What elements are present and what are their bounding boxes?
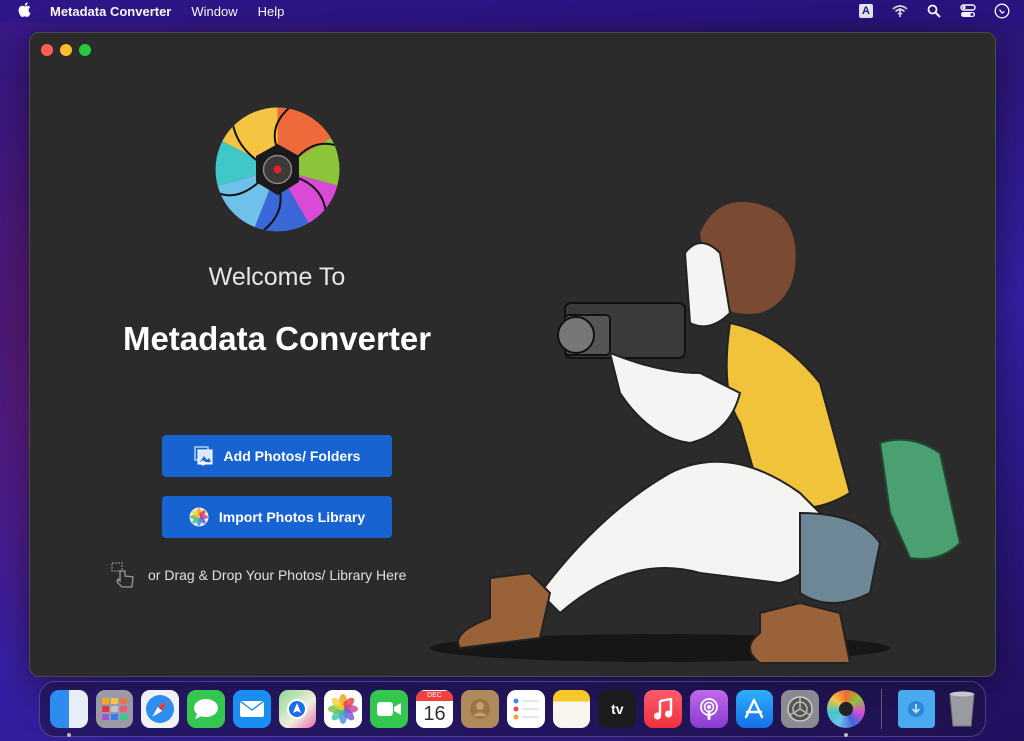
menu-bar: Metadata Converter Window Help A bbox=[0, 0, 1024, 22]
photos-app-icon bbox=[189, 507, 209, 527]
add-photos-label: Add Photos/ Folders bbox=[223, 448, 361, 464]
dock-messages-icon[interactable] bbox=[187, 690, 225, 728]
minimize-window-button[interactable] bbox=[60, 44, 72, 56]
menu-help[interactable]: Help bbox=[258, 4, 285, 19]
photographer-illustration bbox=[430, 201, 962, 664]
window-controls bbox=[41, 44, 91, 56]
siri-icon[interactable] bbox=[994, 3, 1010, 19]
keyboard-input-icon[interactable]: A bbox=[858, 3, 874, 19]
drag-hand-icon bbox=[110, 561, 138, 589]
dock-safari-icon[interactable] bbox=[141, 690, 180, 728]
dock-music-icon[interactable] bbox=[644, 690, 682, 728]
dock-photos-icon[interactable] bbox=[324, 690, 362, 728]
keyboard-input-label: A bbox=[859, 4, 873, 18]
menu-window[interactable]: Window bbox=[191, 4, 237, 19]
drag-drop-text: or Drag & Drop Your Photos/ Library Here bbox=[148, 567, 407, 583]
dock-podcasts-icon[interactable] bbox=[689, 690, 728, 728]
dock-contacts-icon[interactable] bbox=[461, 690, 500, 728]
tv-label: tv bbox=[611, 701, 624, 717]
dock-separator bbox=[880, 689, 882, 729]
close-window-button[interactable] bbox=[41, 44, 53, 56]
dock-trash-icon[interactable] bbox=[943, 690, 981, 728]
control-center-icon[interactable] bbox=[960, 3, 976, 19]
app-window: Welcome To Metadata Converter Add Photos… bbox=[29, 32, 996, 677]
dock-reminders-icon[interactable] bbox=[507, 690, 545, 728]
aperture-center bbox=[838, 702, 853, 716]
running-indicator bbox=[843, 733, 848, 737]
search-icon[interactable] bbox=[926, 3, 942, 19]
running-indicator bbox=[67, 733, 71, 737]
apple-menu-icon[interactable] bbox=[18, 1, 32, 21]
wifi-icon[interactable] bbox=[892, 3, 908, 19]
menu-app-name[interactable]: Metadata Converter bbox=[50, 4, 171, 19]
app-logo-aperture-icon bbox=[215, 107, 340, 232]
dock: DEC 16 tv bbox=[39, 681, 986, 737]
dock-facetime-icon[interactable] bbox=[369, 690, 408, 728]
add-photos-folders-button[interactable]: Add Photos/ Folders bbox=[162, 435, 392, 477]
calendar-month: DEC bbox=[415, 691, 454, 701]
dock-downloads-folder-icon[interactable] bbox=[897, 690, 936, 728]
add-photos-icon bbox=[193, 446, 214, 466]
import-photos-label: Import Photos Library bbox=[218, 509, 366, 525]
dock-metadata-converter-icon[interactable] bbox=[826, 690, 865, 737]
dock-calendar-icon[interactable]: DEC 16 bbox=[415, 690, 454, 728]
calendar-day: 16 bbox=[423, 703, 446, 725]
dock-finder-icon[interactable] bbox=[50, 690, 88, 737]
zoom-window-button[interactable] bbox=[79, 44, 91, 56]
dock-app-store-icon[interactable] bbox=[735, 690, 774, 728]
dock-maps-icon[interactable] bbox=[278, 690, 317, 728]
import-photos-library-button[interactable]: Import Photos Library bbox=[162, 496, 392, 538]
dock-notes-icon[interactable] bbox=[552, 690, 591, 728]
drag-drop-hint: or Drag & Drop Your Photos/ Library Here bbox=[110, 561, 406, 589]
dock-system-preferences-icon[interactable] bbox=[781, 690, 819, 728]
dock-launchpad-icon[interactable] bbox=[95, 690, 134, 728]
dock-mail-icon[interactable] bbox=[232, 690, 271, 728]
dock-apple-tv-icon[interactable]: tv bbox=[598, 690, 637, 728]
